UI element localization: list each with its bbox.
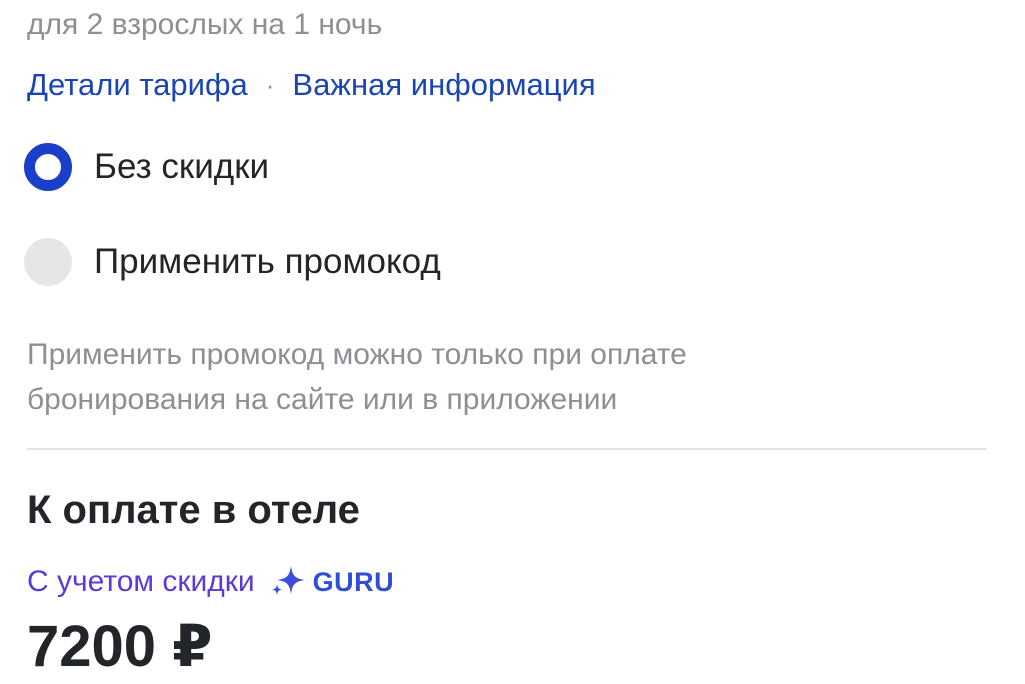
radio-label-apply-promo: Применить промокод bbox=[94, 242, 441, 281]
important-info-link[interactable]: Важная информация bbox=[292, 67, 595, 103]
rate-links: Детали тарифа · Важная информация bbox=[27, 67, 596, 103]
promo-note-line-1: Применить промокод можно только при опла… bbox=[27, 338, 687, 371]
tariff-details-link[interactable]: Детали тарифа bbox=[27, 67, 248, 103]
radio-option-no-discount[interactable]: Без скидки bbox=[24, 143, 269, 191]
radio-option-apply-promo[interactable]: Применить промокод bbox=[24, 238, 441, 286]
radio-label-no-discount: Без скидки bbox=[94, 147, 270, 186]
link-separator: · bbox=[265, 69, 275, 100]
radio-button-unchecked[interactable] bbox=[24, 238, 72, 286]
discount-row: С учетом скидки GURU bbox=[27, 562, 394, 602]
total-price: 7200 ₽ bbox=[27, 614, 213, 679]
section-divider bbox=[27, 448, 987, 450]
promo-note: Применить промокод можно только при опла… bbox=[27, 332, 927, 422]
guru-badge: GURU bbox=[269, 562, 395, 602]
radio-button-checked[interactable] bbox=[24, 143, 72, 191]
guests-nights-text: для 2 взрослых на 1 ночь bbox=[27, 8, 383, 41]
guru-text: GURU bbox=[312, 566, 395, 597]
discount-label: С учетом скидки bbox=[27, 565, 255, 598]
promo-note-line-2: бронирования на сайте или в приложении bbox=[27, 383, 618, 416]
sparkle-icon bbox=[271, 566, 305, 595]
pay-at-hotel-title: К оплате в отеле bbox=[27, 488, 360, 532]
